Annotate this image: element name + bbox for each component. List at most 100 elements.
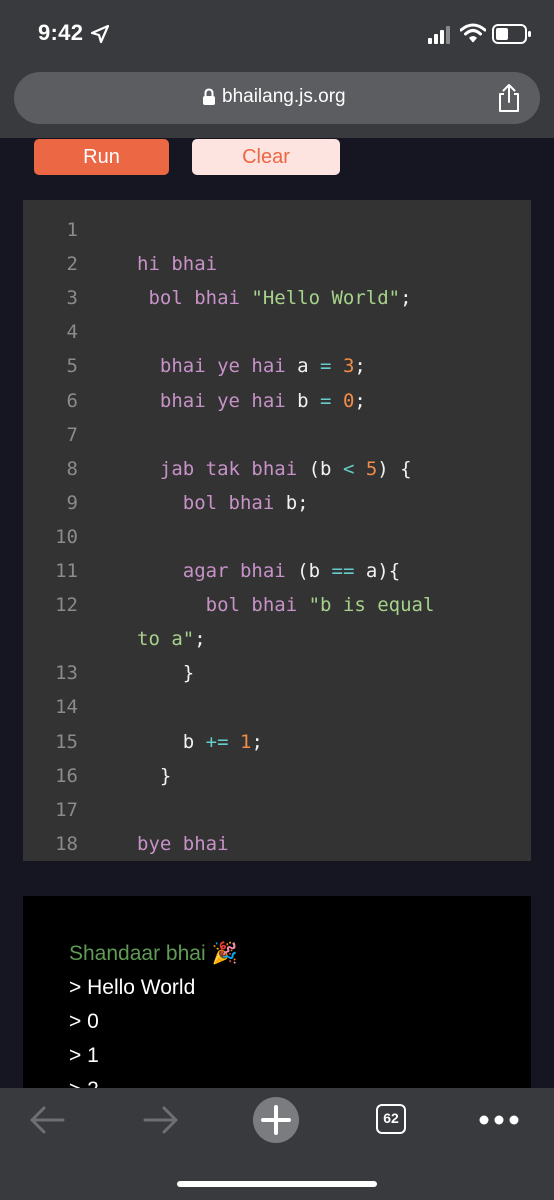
code-token: 0 xyxy=(342,389,355,412)
code-token: "b is equal xyxy=(308,594,435,617)
code-line[interactable]: 2 hi bhai xyxy=(23,247,531,281)
code-token: to a" xyxy=(137,628,195,651)
code-line[interactable]: 16 } xyxy=(23,759,531,793)
code-token: ; xyxy=(400,287,412,310)
page-content: Run Clear 1 2 hi bhai 3 bol bhai "Hello Wor… xyxy=(0,138,554,1101)
status-time: 9:42 xyxy=(38,20,84,45)
forward-arrow-icon[interactable] xyxy=(142,1104,180,1136)
output-line: > 1 xyxy=(69,1044,99,1067)
code-line[interactable]: 18 bye bhai xyxy=(23,827,531,861)
code-text: jab tak bhai (b < 5) { xyxy=(137,452,412,486)
code-token: "Hello World" xyxy=(251,287,401,310)
code-token: += xyxy=(205,730,229,753)
code-token: a xyxy=(297,355,321,378)
line-number: 6 xyxy=(66,389,78,412)
address-bar[interactable]: bhailang.js.org xyxy=(14,72,540,124)
code-token: 5 xyxy=(365,457,378,480)
code-token: ; xyxy=(297,491,309,514)
code-line[interactable]: 5 bhai ye hai a = 3; xyxy=(23,349,531,383)
browser-top-bar: 9:42 bhailang.js.org xyxy=(0,0,554,138)
output-line: > Hello World xyxy=(69,976,196,999)
code-text: hi bhai xyxy=(137,247,217,281)
run-button[interactable]: Run xyxy=(34,139,169,175)
code-line[interactable]: to a"; xyxy=(23,622,531,656)
code-token: 3 xyxy=(342,355,355,378)
code-token: jab tak bhai xyxy=(137,457,309,480)
line-number: 13 xyxy=(55,662,78,685)
code-token: = xyxy=(320,389,332,412)
code-text: } xyxy=(137,759,171,793)
line-number: 5 xyxy=(66,355,78,378)
line-number: 4 xyxy=(66,321,78,344)
location-arrow-icon xyxy=(90,24,110,44)
cellular-signal-icon xyxy=(428,26,450,44)
code-editor[interactable]: 1 2 hi bhai 3 bol bhai "Hello World"; 4 5 bha… xyxy=(23,200,531,861)
code-line[interactable]: 3 bol bhai "Hello World"; xyxy=(23,281,531,315)
code-text: to a"; xyxy=(137,622,206,656)
code-token: == xyxy=(331,560,355,582)
code-token: bol bhai xyxy=(137,594,309,617)
code-line[interactable]: 15 b += 1; xyxy=(23,725,531,759)
line-number: 8 xyxy=(66,457,78,480)
code-line[interactable]: 4 xyxy=(23,315,531,349)
code-token: bol bhai xyxy=(137,287,252,310)
lock-icon xyxy=(203,88,215,105)
new-tab-plus-icon[interactable] xyxy=(252,1096,300,1144)
code-line[interactable]: 7 xyxy=(23,418,531,452)
code-line[interactable]: 6 bhai ye hai b = 0; xyxy=(23,384,531,418)
code-token: ; xyxy=(194,628,206,651)
line-number: 17 xyxy=(55,798,78,821)
wifi-icon xyxy=(460,23,486,43)
output-console: Shandaar bhai 🎉 > Hello World > 0 > 1 > … xyxy=(23,896,531,1101)
more-options-icon[interactable] xyxy=(478,1114,520,1126)
code-token: = xyxy=(320,355,332,378)
code-line[interactable]: 10 xyxy=(23,520,531,554)
code-text: bye bhai xyxy=(137,827,229,861)
code-line[interactable]: 8 jab tak bhai (b < 5) { xyxy=(23,452,531,486)
code-text: b += 1; xyxy=(137,725,263,759)
code-token: } xyxy=(137,662,195,685)
browser-bottom-toolbar: 62 xyxy=(0,1088,554,1200)
code-text: bol bhai b; xyxy=(137,486,309,520)
line-number: 14 xyxy=(55,696,78,719)
code-token: ; xyxy=(354,355,366,378)
line-number: 16 xyxy=(55,764,78,787)
tabs-button[interactable]: 62 xyxy=(376,1104,406,1134)
code-line[interactable]: 13 } xyxy=(23,656,531,690)
code-line[interactable]: 17 xyxy=(23,793,531,827)
output-line: > 0 xyxy=(69,1010,99,1033)
share-icon[interactable] xyxy=(496,83,522,113)
output-success-message: Shandaar bhai 🎉 xyxy=(69,942,238,965)
code-line[interactable]: 9 bol bhai b; xyxy=(23,486,531,520)
code-token: b xyxy=(308,560,332,582)
code-token: agar bhai xyxy=(137,560,298,582)
back-arrow-icon[interactable] xyxy=(28,1104,66,1136)
clear-button[interactable]: Clear xyxy=(192,139,340,175)
code-token: } xyxy=(137,764,172,787)
code-text: bhai ye hai b = 0; xyxy=(137,384,366,418)
code-line[interactable]: 1 xyxy=(23,213,531,247)
line-number: 15 xyxy=(55,730,78,753)
line-number: 9 xyxy=(66,491,78,514)
line-number: 3 xyxy=(66,287,78,310)
code-token: b xyxy=(297,389,321,412)
code-line[interactable]: 14 xyxy=(23,690,531,724)
code-line[interactable]: 12 bol bhai "b is equal xyxy=(23,588,531,622)
code-token: bol bhai xyxy=(137,491,286,514)
code-text: } xyxy=(137,656,194,690)
code-token: bhai ye hai xyxy=(137,389,298,412)
code-token: < xyxy=(342,457,355,480)
line-number: 18 xyxy=(55,832,78,855)
code-text: agar bhai (b == a){ xyxy=(137,554,400,588)
code-token: a xyxy=(365,560,378,582)
code-line[interactable]: 11 agar bhai (b == a){ xyxy=(23,554,531,588)
battery-icon xyxy=(492,24,531,44)
line-number: 11 xyxy=(55,560,78,582)
line-number: 10 xyxy=(55,525,78,548)
code-token: bhai ye hai xyxy=(137,355,298,378)
